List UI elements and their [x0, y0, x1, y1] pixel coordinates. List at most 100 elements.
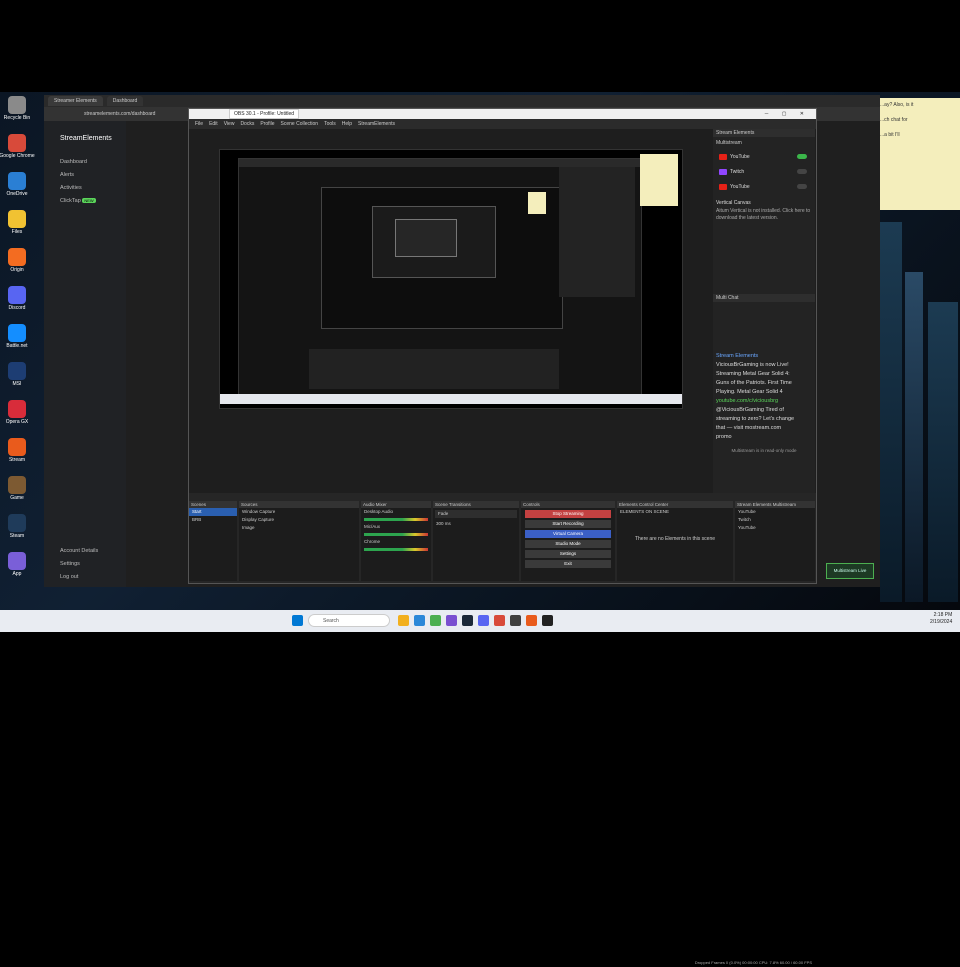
menu-edit[interactable]: Edit — [209, 121, 218, 127]
platform-name: YouTube — [730, 183, 750, 190]
desktop-icon[interactable]: Discord — [4, 286, 30, 320]
settings-button[interactable]: Settings — [525, 550, 611, 558]
opera-icon[interactable] — [494, 615, 505, 626]
desktop-icon[interactable]: Battle.net — [4, 324, 30, 358]
nested-capture-4 — [395, 219, 457, 257]
source-item[interactable]: Display Capture — [239, 516, 359, 524]
volume-meter[interactable] — [364, 518, 428, 521]
menu-help[interactable]: Help — [342, 121, 352, 127]
platform-name: Twitch — [730, 168, 745, 175]
menu-streamelements[interactable]: StreamElements — [358, 121, 395, 127]
desktop-icon[interactable]: Files — [4, 210, 30, 244]
file-explorer-icon[interactable] — [398, 615, 409, 626]
desktop-icon[interactable]: OneDrive — [4, 172, 30, 206]
platform-toggle[interactable] — [797, 184, 807, 189]
sidebar-item-settings[interactable]: Settings — [44, 554, 98, 567]
discord-icon[interactable] — [478, 615, 489, 626]
sidebar-item-account[interactable]: Account Details — [44, 541, 98, 554]
taskbar-clock[interactable]: 2:18 PM 2/19/2024 — [930, 612, 952, 626]
transition-duration[interactable]: 300 ms — [433, 520, 519, 528]
menu-scene-collection[interactable]: Scene Collection — [281, 121, 319, 127]
platform-row[interactable]: Twitch — [713, 164, 815, 179]
desktop-icon[interactable]: Origin — [4, 248, 30, 282]
desktop-icon-label: Steam — [9, 533, 25, 539]
desktop-icon-label: Files — [11, 229, 23, 235]
desktop-icon[interactable]: Recycle Bin — [4, 96, 30, 130]
volume-meter[interactable] — [364, 548, 428, 551]
chat-footer: Multistream is in read-only mode — [731, 448, 797, 453]
sticky-note[interactable]: ...ay? Also, is it ...ch chat for ...a b… — [876, 98, 960, 210]
steam-icon[interactable] — [462, 615, 473, 626]
app-icon[interactable] — [446, 615, 457, 626]
menu-tools[interactable]: Tools — [324, 121, 336, 127]
sidebar-item-logout[interactable]: Log out — [44, 567, 98, 580]
nested-right-panel — [559, 167, 635, 297]
app-icon[interactable] — [526, 615, 537, 626]
desktop-icon-label: App — [12, 571, 22, 577]
volume-meter[interactable] — [364, 533, 428, 536]
taskbar-search[interactable]: Search — [308, 614, 390, 627]
start-recording-button[interactable]: Start Recording — [525, 520, 611, 528]
multistream-row[interactable]: YouTube — [735, 524, 815, 532]
desktop-icon[interactable]: Game — [4, 476, 30, 510]
browser-tab-strip: Streamer Elements Dashboard — [44, 95, 880, 107]
platform-name: YouTube — [730, 153, 750, 160]
desktop-icon-label: OneDrive — [6, 191, 28, 197]
desktop-icon[interactable]: App — [4, 552, 30, 586]
note-line: ...ay? Also, is it — [880, 102, 914, 108]
streamelements-logo: StreamElements — [60, 135, 112, 142]
desktop-icon-label: Game — [10, 495, 24, 501]
desktop-icon-label: Origin — [10, 267, 24, 273]
menu-file[interactable]: File — [195, 121, 203, 127]
desktop-icon[interactable]: Google Chrome — [0, 134, 35, 168]
browser-tab[interactable]: Dashboard — [106, 96, 144, 106]
platform-row[interactable]: YouTube — [713, 179, 815, 194]
warning-text[interactable]: Aitum Vertical is not installed. Click h… — [713, 208, 815, 222]
address-text: streamelements.com/dashboard — [84, 111, 156, 117]
exit-button[interactable]: Exit — [525, 560, 611, 568]
sidebar-item-clicktap[interactable]: ClickTap NEW — [44, 191, 126, 204]
app-icon — [8, 400, 26, 418]
studio-mode-button[interactable]: Studio Mode — [525, 540, 611, 548]
app-icon — [8, 286, 26, 304]
obs-icon[interactable] — [510, 615, 521, 626]
desktop-icon[interactable]: MSI — [4, 362, 30, 396]
transition-select[interactable]: Fade — [435, 510, 517, 518]
multistream-row[interactable]: YouTube — [735, 508, 815, 516]
sidebar-item-alerts[interactable]: Alerts — [44, 165, 126, 178]
app-icon — [8, 134, 26, 152]
warning-title: Vertical Canvas — [716, 200, 751, 206]
stop-streaming-button[interactable]: Stop Streaming — [525, 510, 611, 518]
browser-tab[interactable]: Streamer Elements — [48, 96, 103, 106]
desktop-icon-label: Stream — [8, 457, 26, 463]
platform-toggle[interactable] — [797, 154, 807, 159]
preview-sticky-note — [640, 154, 678, 206]
menu-profile[interactable]: Profile — [260, 121, 274, 127]
multistream-row[interactable]: Twitch — [735, 516, 815, 524]
start-icon[interactable] — [292, 615, 303, 626]
desktop-icon[interactable]: Stream — [4, 438, 30, 472]
dock-title: Stream Elements Multistream — [735, 501, 815, 508]
sidebar-item-activities[interactable]: Activities — [44, 178, 126, 191]
platform-row[interactable]: YouTube — [713, 149, 815, 164]
desktop-icon[interactable]: Steam — [4, 514, 30, 548]
sidebar-item-dashboard[interactable]: Dashboard — [44, 152, 126, 165]
obs-preview[interactable] — [219, 149, 683, 409]
platform-toggle[interactable] — [797, 169, 807, 174]
menu-docks[interactable]: Docks — [240, 121, 254, 127]
source-item[interactable]: Window Capture — [239, 508, 359, 516]
edge-icon[interactable] — [414, 615, 425, 626]
terminal-icon[interactable] — [542, 615, 553, 626]
menu-view[interactable]: View — [224, 121, 235, 127]
source-item[interactable]: Image — [239, 524, 359, 532]
audio-mixer-dock: Audio Mixer Desktop Audio Mic/Aux Chrome — [361, 501, 431, 581]
virtual-camera-button[interactable]: Virtual Camera — [525, 530, 611, 538]
scene-item[interactable]: Start — [189, 508, 237, 516]
multistream-popup[interactable]: Multistream Live — [826, 563, 874, 579]
scene-item[interactable]: BRB — [189, 516, 237, 524]
chrome-icon[interactable] — [430, 615, 441, 626]
scenes-dock: Scenes Start BRB — [189, 501, 237, 581]
desktop-icon[interactable]: Opera GX — [4, 400, 30, 434]
window-controls[interactable]: ─ ▢ ✕ — [765, 111, 810, 117]
nested-taskbar — [220, 394, 682, 404]
